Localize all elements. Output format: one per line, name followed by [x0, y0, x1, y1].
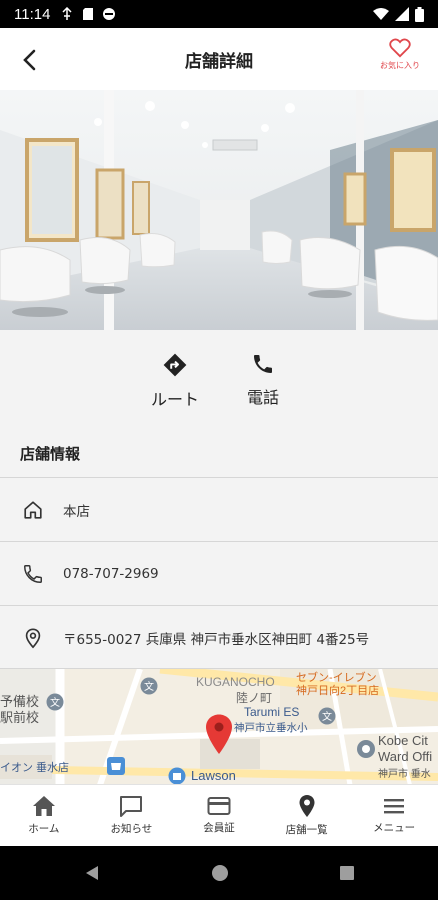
- nav-menu[interactable]: メニュー: [350, 785, 438, 846]
- store-name-row: 本店: [0, 477, 438, 541]
- status-bar: 11:14: [0, 0, 438, 28]
- nav-home-label: ホーム: [28, 823, 60, 835]
- back-button[interactable]: [12, 42, 48, 78]
- hamburger-menu-icon: [384, 799, 405, 814]
- svg-text:文: 文: [322, 710, 332, 723]
- location-pin-icon: [299, 795, 315, 817]
- usb-debug-icon: [62, 7, 72, 20]
- store-info-heading: 店舗情報: [0, 425, 438, 477]
- map-label-kuganocho: KUGANOCHO: [196, 675, 275, 689]
- map-pin-icon: [206, 714, 232, 754]
- nav-home[interactable]: ホーム: [0, 785, 88, 846]
- home-icon: [32, 796, 55, 816]
- phone-row[interactable]: 078-707-2969: [0, 541, 438, 605]
- map-label-seven-eleven-2: 神戸日向2丁目店: [296, 685, 380, 697]
- map-poi-school-icon: 文: [140, 677, 158, 695]
- nav-membership-card[interactable]: 会員証: [175, 785, 263, 846]
- store-address: 〒655-0027 兵庫県 神戸市垂水区神田町 4番25号: [63, 631, 370, 648]
- route-button[interactable]: ルート: [145, 352, 205, 425]
- favorite-label: お気に入り: [380, 61, 420, 70]
- address-row[interactable]: 〒655-0027 兵庫県 神戸市垂水区神田町 4番25号: [0, 605, 438, 669]
- map-label-kobe-city: Kobe Cit: [378, 733, 428, 748]
- route-label: ルート: [150, 390, 199, 409]
- store-map[interactable]: KUGANOCHO 陸ノ町 セブン-イレブン 神戸日向2丁目店 Tarumi E…: [0, 668, 438, 784]
- wifi-icon: [373, 8, 389, 20]
- card-icon: [207, 797, 231, 815]
- map-label-lawson: Lawson: [191, 768, 236, 783]
- location-outline-icon: [20, 625, 46, 651]
- status-time: 11:14: [14, 5, 51, 23]
- map-label-aeon: イオン 垂水店: [0, 762, 70, 774]
- phone-icon: [254, 355, 272, 373]
- store-actions: ルート 電話: [0, 330, 438, 425]
- store-name: 本店: [63, 503, 90, 520]
- directions-icon: [163, 353, 187, 377]
- map-label-tarumi-es: Tarumi ES: [244, 705, 300, 719]
- svg-text:文: 文: [144, 680, 154, 693]
- phone-label: 電話: [246, 388, 279, 407]
- favorite-button[interactable]: お気に入り: [370, 38, 430, 71]
- home-circle-icon[interactable]: [211, 864, 229, 882]
- phone-call-button[interactable]: 電話: [233, 352, 293, 425]
- nav-store-list-label: 店舗一覧: [285, 824, 328, 836]
- heart-icon: [389, 38, 411, 58]
- nav-store-list[interactable]: 店舗一覧: [263, 785, 351, 846]
- nav-menu-label: メニュー: [373, 822, 416, 834]
- sd-card-icon: [83, 8, 94, 20]
- nav-membership-card-label: 会員証: [203, 822, 235, 834]
- map-poi-government-icon: [357, 740, 375, 758]
- system-navigation-bar: [0, 846, 438, 900]
- nav-notifications[interactable]: お知らせ: [88, 785, 176, 846]
- map-label-ward-office: Ward Offi: [378, 749, 433, 764]
- message-icon: [120, 796, 143, 817]
- do-not-disturb-icon: [103, 8, 116, 20]
- battery-icon: [415, 6, 424, 22]
- map-label-tarumi-es-jp: 神戸市立垂水小: [234, 722, 308, 734]
- map-poi-store-icon: [168, 767, 186, 784]
- app-header: 店舗詳細 お気に入り: [0, 28, 438, 90]
- recents-square-icon[interactable]: [339, 865, 355, 881]
- home-icon: [20, 497, 46, 523]
- map-poi-school-icon: 文: [46, 693, 64, 711]
- svg-text:文: 文: [50, 696, 60, 709]
- map-label-school-2: 駅前校: [0, 710, 40, 725]
- map-poi-shopping-icon: [107, 757, 125, 775]
- signal-icon: [395, 7, 409, 21]
- bottom-navigation: ホーム お知らせ 会員証 店舗一覧 メニュー: [0, 784, 438, 846]
- back-triangle-icon[interactable]: [83, 864, 101, 882]
- store-phone: 078-707-2969: [63, 565, 159, 582]
- map-poi-school-icon: 文: [318, 707, 336, 725]
- nav-notifications-label: お知らせ: [110, 823, 153, 835]
- map-label-kuganocho-jp: 陸ノ町: [236, 691, 273, 705]
- phone-outline-icon: [20, 561, 46, 587]
- chevron-left-icon: [23, 49, 36, 71]
- store-photo: [0, 90, 438, 330]
- page-title: 店舗詳細: [185, 51, 253, 72]
- map-label-kobe-tarumi: 神戸市 垂水: [378, 769, 431, 780]
